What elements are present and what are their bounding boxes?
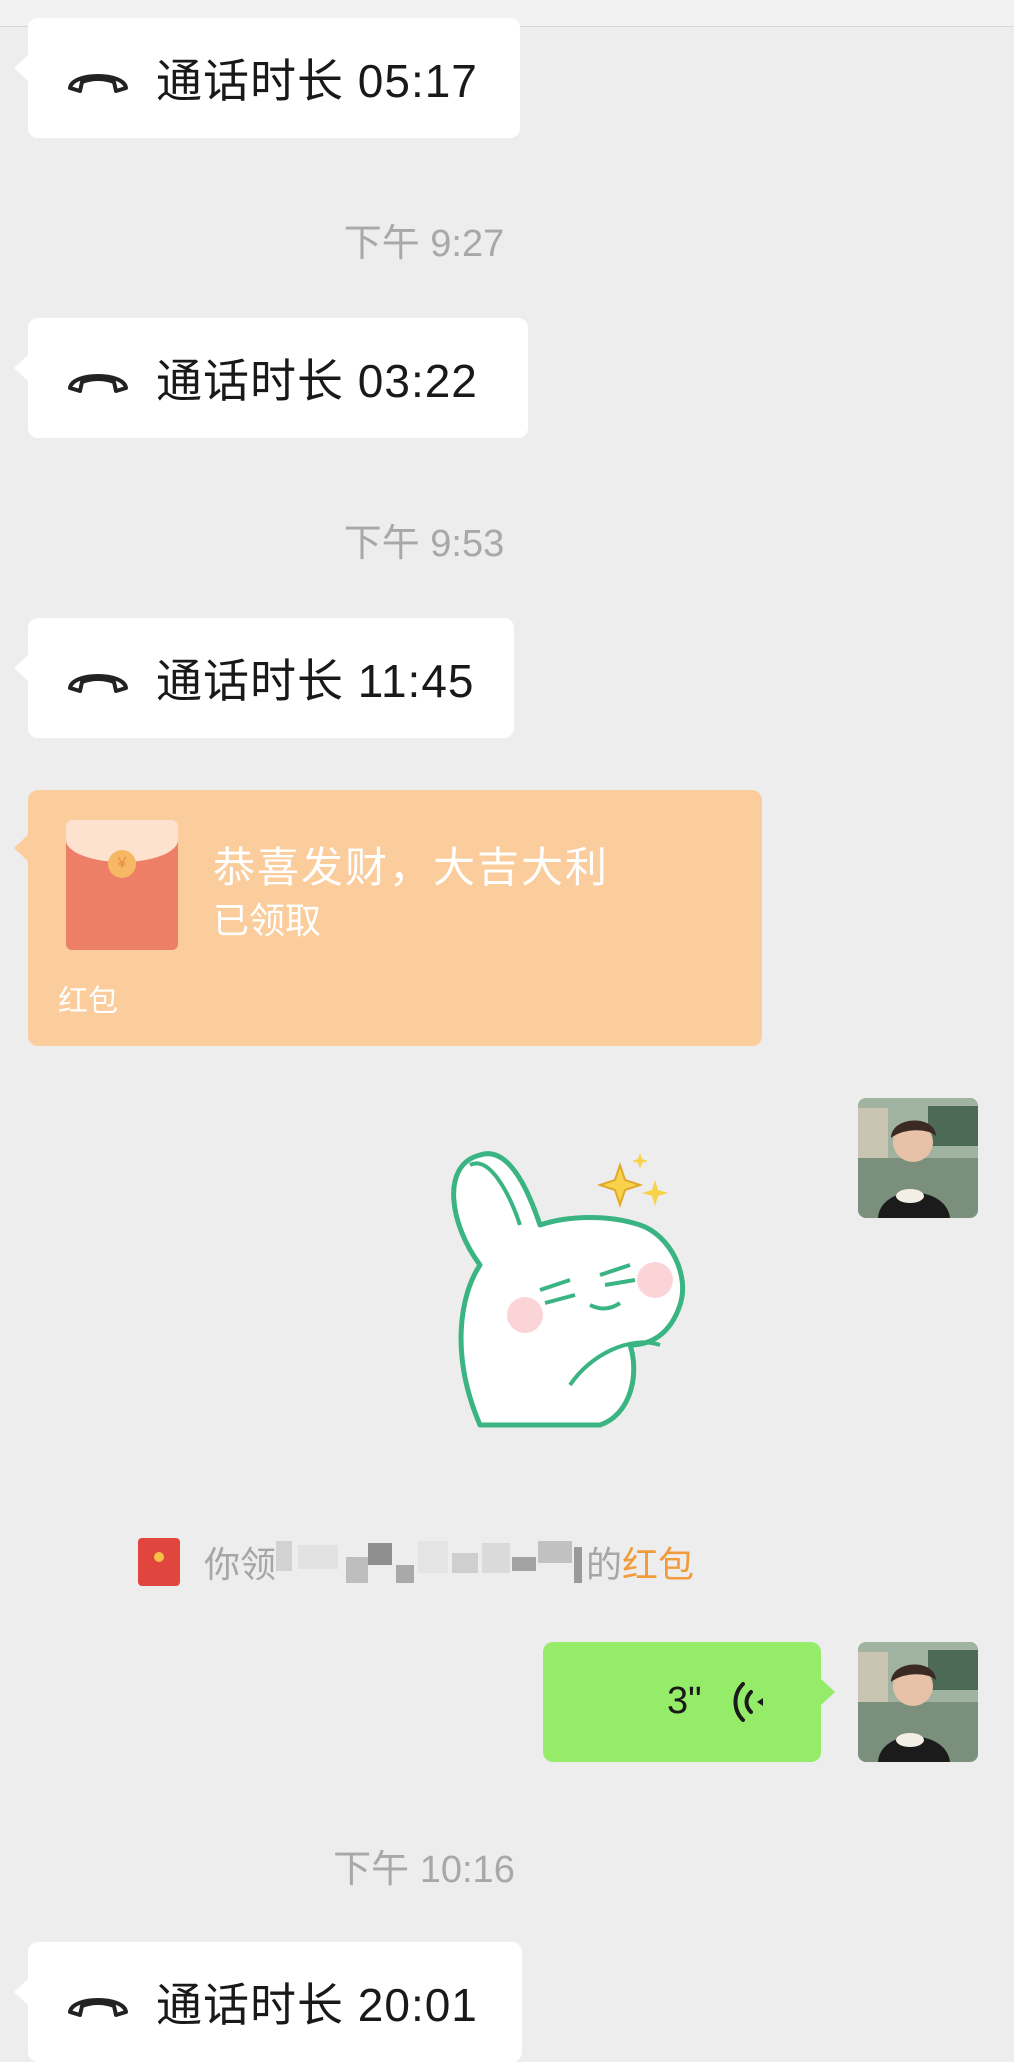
- timestamp: 下午 9:53: [343, 523, 505, 565]
- phone-handset-icon: [64, 658, 132, 698]
- bunny-sticker[interactable]: [440, 1135, 760, 1435]
- red-packet-greeting: 恭喜发财，大吉大利: [213, 844, 610, 891]
- call-record-bubble[interactable]: 通话时长 03:22: [14, 318, 528, 438]
- red-envelope-icon: ¥: [66, 820, 178, 950]
- call-record-bubble[interactable]: 通话时长 11:45: [14, 618, 514, 738]
- red-packet-status: 已领取: [213, 900, 322, 941]
- avatar[interactable]: [858, 1642, 978, 1762]
- timestamp: 下午 10:16: [333, 1849, 515, 1891]
- red-packet-message[interactable]: ¥ 恭喜发财，大吉大利 已领取 红包: [14, 790, 762, 1046]
- call-duration-text: 通话时长 03:22: [156, 355, 478, 407]
- system-notice-suffix: 的: [586, 1544, 623, 1585]
- voice-message-bubble[interactable]: 3": [543, 1642, 835, 1762]
- timestamp: 下午 9:27: [343, 223, 505, 265]
- call-duration-text: 通话时长 11:45: [156, 655, 475, 707]
- call-record-bubble[interactable]: 通话时长 05:17: [14, 18, 520, 138]
- phone-handset-icon: [64, 358, 132, 398]
- call-duration-text: 通话时长 20:01: [156, 1979, 478, 2031]
- phone-handset-icon: [64, 58, 132, 98]
- red-envelope-icon: [138, 1538, 180, 1586]
- voice-wave-icon: [731, 1678, 771, 1726]
- avatar[interactable]: [858, 1098, 978, 1218]
- phone-handset-icon: [64, 1982, 132, 2022]
- call-record-bubble[interactable]: 通话时长 20:01: [14, 1942, 522, 2062]
- system-notice: 你领 的 红包: [138, 1535, 694, 1589]
- call-duration-text: 通话时长 05:17: [156, 55, 478, 107]
- redacted-name: [276, 1535, 586, 1589]
- voice-duration: 3": [667, 1680, 702, 1722]
- red-packet-link[interactable]: 红包: [622, 1536, 694, 1588]
- red-packet-label: 红包: [58, 985, 118, 1018]
- system-notice-prefix: 你领: [204, 1544, 277, 1585]
